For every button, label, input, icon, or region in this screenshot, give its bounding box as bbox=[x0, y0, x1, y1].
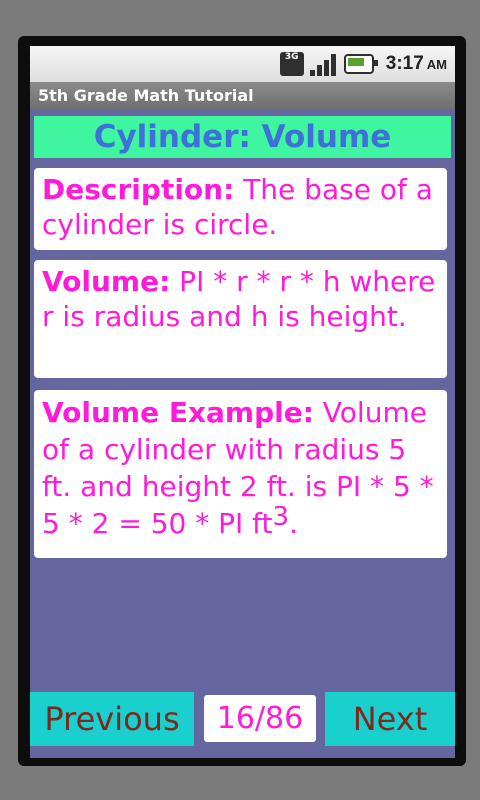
status-icons: 3G 3:17 AM bbox=[279, 46, 447, 82]
example-label: Volume Example: bbox=[42, 396, 314, 429]
example-end: . bbox=[289, 507, 298, 540]
page-indicator: 16/86 bbox=[204, 695, 316, 742]
signal-strength-icon bbox=[309, 52, 336, 76]
volume-label: Volume: bbox=[42, 265, 171, 298]
clock: 3:17 AM bbox=[386, 53, 447, 75]
previous-button[interactable]: Previous bbox=[30, 692, 194, 746]
network-3g-icon: 3G bbox=[279, 52, 304, 76]
description-card: Description: The base of a cylinder is c… bbox=[34, 168, 447, 250]
description-label: Description: bbox=[42, 173, 235, 206]
app-screen: 3G 3:17 AM 5th Grade Math Tutorial Cylind… bbox=[30, 46, 455, 758]
clock-ampm: AM bbox=[426, 57, 447, 72]
network-label: 3G bbox=[284, 52, 299, 62]
status-bar: 3G 3:17 AM bbox=[30, 46, 455, 83]
battery-icon bbox=[343, 54, 378, 74]
app-title-bar: 5th Grade Math Tutorial bbox=[30, 82, 455, 110]
lesson-header: Cylinder: Volume bbox=[34, 116, 451, 158]
example-card: Volume Example: Volume of a cylinder wit… bbox=[34, 390, 447, 558]
example-exponent: 3 bbox=[272, 501, 290, 532]
volume-card: Volume: PI * r * r * h where r is radius… bbox=[34, 260, 447, 378]
next-button[interactable]: Next bbox=[325, 692, 455, 746]
clock-time: 3:17 bbox=[385, 53, 424, 74]
